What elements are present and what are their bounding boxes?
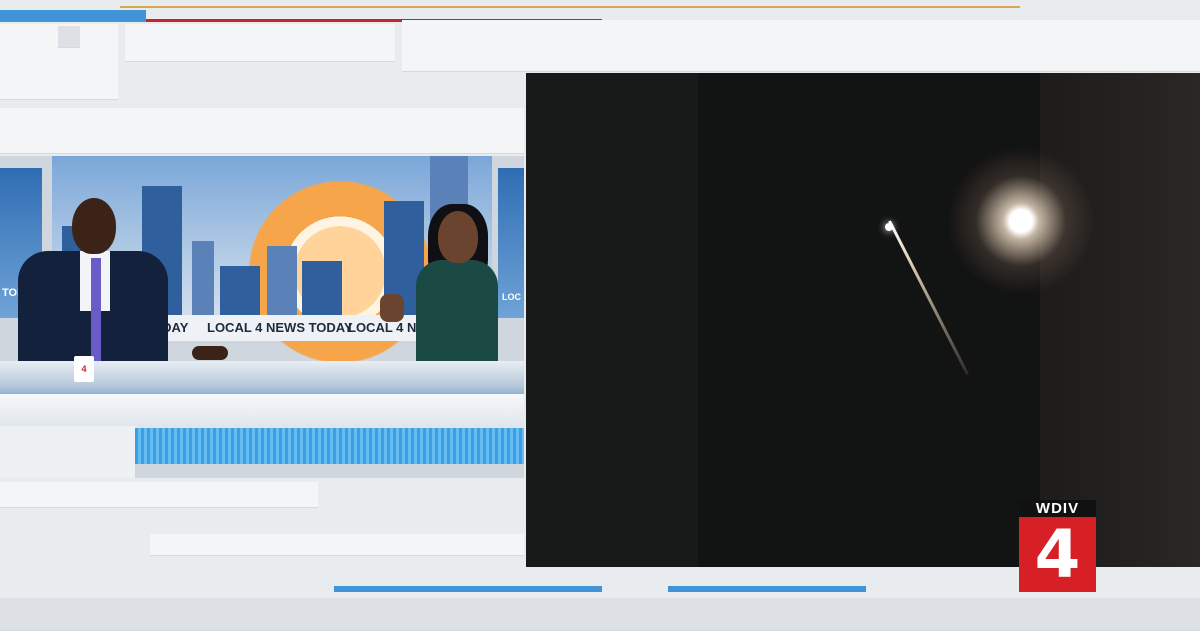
anchor-head [438, 211, 478, 263]
background-panel [402, 20, 1200, 72]
bottom-blue-bar [668, 586, 866, 592]
video-dark-panel [1040, 73, 1200, 567]
building [192, 241, 214, 316]
side-branding-right: LOC [502, 292, 521, 302]
night-sky-video-frame [526, 73, 1200, 567]
background-panel [150, 534, 524, 556]
building [302, 261, 342, 316]
anchor-dress [416, 260, 498, 372]
station-call-letters: WDIV [1019, 500, 1096, 517]
anchor-head [72, 198, 116, 254]
anchor-hand [380, 294, 404, 322]
background-panel [0, 598, 1200, 631]
background-panel [0, 482, 318, 508]
bright-light-glow [941, 141, 1101, 301]
top-blue-bar [0, 10, 146, 22]
background-panel [58, 26, 80, 48]
anchor-tie [91, 258, 101, 368]
station-logo: WDIV 4 [1019, 500, 1096, 592]
desk-branding-text: LOCAL 4 NEWS TODAY [207, 320, 353, 335]
news-desk-led-panel [135, 428, 524, 464]
bottom-blue-bar [334, 586, 602, 592]
anchor-hand [192, 346, 228, 360]
news-desk-front [0, 426, 135, 478]
building [220, 266, 260, 316]
background-panel [125, 24, 395, 62]
station-mug: 4 [74, 356, 94, 382]
top-gold-line [120, 6, 1020, 8]
station-channel-number: 4 [1019, 517, 1096, 592]
background-panel [0, 108, 524, 154]
studio-video-frame: ODAY LOCAL 4 NEWS TODAY LOCAL 4 NEWS TOD… [0, 156, 524, 478]
building [267, 246, 297, 316]
video-dark-panel [526, 73, 698, 567]
meteor-head [885, 223, 893, 231]
news-desk [0, 394, 524, 428]
